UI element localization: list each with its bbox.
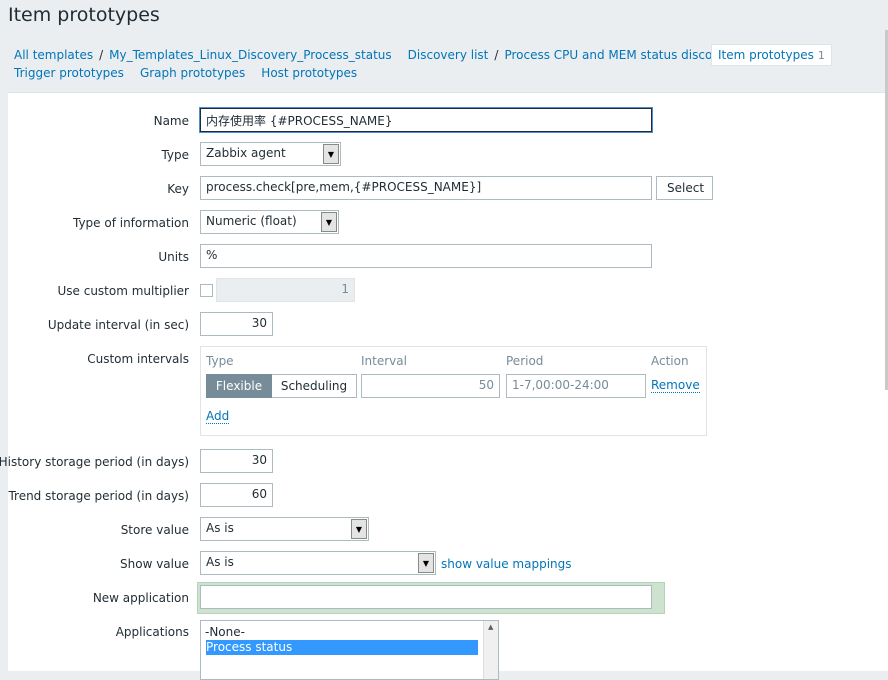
trend-input[interactable]: 60 [200,483,273,507]
interval-type-toggle: Flexible Scheduling [206,374,357,398]
new-application-label: New application [92,591,189,605]
chevron-down-icon: ▼ [323,144,339,164]
new-application-input[interactable] [200,585,652,609]
type-label: Type [161,148,189,162]
page-title: Item prototypes [8,4,160,26]
key-input[interactable]: process.check[pre,mem,{#PROCESS_NAME}] [200,176,652,200]
breadcrumb: All templates / My_Templates_Linux_Discove… [8,44,888,92]
breadcrumb-discovery-list[interactable]: Discovery list [408,48,489,62]
type-of-information-label: Type of information [72,216,189,230]
units-label: Units [158,250,189,264]
show-value-value: As is [206,555,234,569]
store-value-select[interactable]: As is ▼ [200,517,369,541]
chevron-down-icon: ▼ [418,553,434,573]
key-select-button[interactable]: Select [656,176,713,200]
ci-header-interval: Interval [361,354,407,368]
breadcrumb-discovery-rule[interactable]: Process CPU and MEM status discovery [504,48,738,62]
units-input[interactable]: % [200,244,652,268]
tab-item-prototypes-label: Item prototypes [718,48,814,62]
update-interval-input[interactable]: 30 [200,312,273,336]
trend-label: Trend storage period (in days) [8,489,189,503]
breadcrumb-all-templates[interactable]: All templates [14,48,93,62]
type-of-information-value: Numeric (float) [206,214,297,228]
ci-header-action: Action [651,354,689,368]
custom-multiplier-checkbox[interactable] [200,284,213,297]
show-value-label: Show value [120,557,189,571]
applications-label: Applications [115,625,189,639]
show-value-mappings-link[interactable]: show value mappings [441,557,572,571]
applications-option-selected[interactable]: Process status [206,640,478,655]
custom-intervals-label: Custom intervals [87,352,189,366]
name-input[interactable]: 内存使用率 {#PROCESS_NAME} [199,107,653,133]
tab-host-prototypes[interactable]: Host prototypes [261,66,357,80]
custom-interval-input[interactable]: 50 [361,374,500,398]
breadcrumb-template[interactable]: My_Templates_Linux_Discovery_Process_sta… [109,48,391,62]
tab-item-prototypes[interactable]: Item prototypes 1 [711,44,832,66]
update-interval-label: Update interval (in sec) [47,318,189,332]
applications-listbox[interactable]: -None- Process status ▲ [200,620,499,680]
history-label: History storage period (in days) [0,455,189,469]
ci-header-period: Period [506,354,544,368]
history-input[interactable]: 30 [200,449,273,473]
name-label: Name [153,114,189,128]
item-prototype-form: Name 内存使用率 {#PROCESS_NAME} Type Zabbix a… [0,92,888,680]
tab-trigger-prototypes[interactable]: Trigger prototypes [14,66,124,80]
type-select[interactable]: Zabbix agent ▼ [200,142,341,166]
applications-option[interactable]: -None- [205,625,245,640]
breadcrumb-separator: / [99,48,104,62]
show-value-select[interactable]: As is ▼ [200,551,436,575]
flexible-toggle-button[interactable]: Flexible [206,374,272,398]
scroll-up-icon[interactable]: ▲ [488,623,493,631]
tab-graph-prototypes[interactable]: Graph prototypes [140,66,245,80]
scheduling-toggle-button[interactable]: Scheduling [272,374,357,398]
ci-header-type: Type [206,354,234,368]
store-value-value: As is [206,521,234,535]
custom-intervals-table: Type Interval Period Action Flexible Sch… [200,346,707,436]
tab-item-prototypes-count: 1 [817,49,825,62]
custom-multiplier-label: Use custom multiplier [57,284,189,298]
custom-multiplier-input: 1 [216,278,355,302]
custom-interval-add-link[interactable]: Add [206,409,230,424]
key-label: Key [167,182,189,196]
chevron-down-icon: ▼ [321,212,337,232]
custom-period-input[interactable]: 1-7,00:00-24:00 [506,374,646,398]
type-select-value: Zabbix agent [206,146,286,160]
chevron-down-icon: ▼ [351,519,367,539]
breadcrumb-separator: / [494,48,499,62]
applications-scrollbar[interactable]: ▲ [483,621,498,679]
type-of-information-select[interactable]: Numeric (float) ▼ [200,210,339,234]
custom-interval-remove-link[interactable]: Remove [651,378,700,393]
store-value-label: Store value [120,523,189,537]
